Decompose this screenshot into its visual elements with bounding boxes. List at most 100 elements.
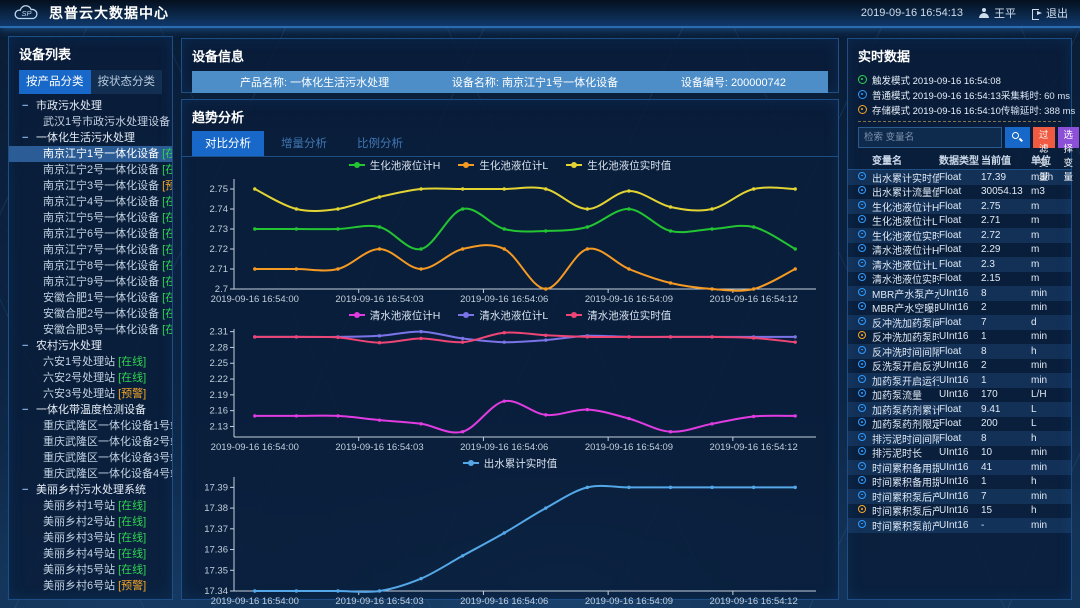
device-item[interactable]: 美丽乡村5号站[在线] [9, 562, 172, 578]
legend-item[interactable]: 生化池液位计L [458, 158, 548, 173]
collapse-icon[interactable]: − [22, 402, 36, 418]
variable-row[interactable]: 加药泵药剂限定值Float200L [848, 417, 1071, 432]
variable-row[interactable]: 时间累积泵后产水电动阀分UInt167min [848, 489, 1071, 504]
select-variables-button[interactable]: 选择变量 [1058, 127, 1080, 148]
collapse-icon[interactable]: − [22, 130, 36, 146]
tree-group[interactable]: −市政污水处理 [9, 98, 172, 114]
device-item[interactable]: 武汉1号市政污水处理设备[离线] [9, 114, 172, 130]
variable-row[interactable]: 清水池液位实时值Float2.15m [848, 272, 1071, 287]
variable-row[interactable]: 加药泵开启运行时间UInt161min [848, 373, 1071, 388]
variable-row[interactable]: 加药泵流量UInt16170L/H [848, 388, 1071, 403]
mode-status-icon [858, 105, 867, 114]
device-item[interactable]: 南京江宁6号一体化设备[在线] [9, 226, 172, 242]
variable-row[interactable]: 反冲洗加药泵间隔时间Float7d [848, 315, 1071, 330]
variable-type: UInt16 [939, 389, 981, 400]
tree-group[interactable]: −农村污水处理 [9, 338, 172, 354]
device-item[interactable]: 安徽合肥2号一体化设备[在线] [9, 306, 172, 322]
device-item[interactable]: 南京江宁4号一体化设备[在线] [9, 194, 172, 210]
variable-value: 7 [981, 317, 1031, 328]
variable-search-input[interactable] [858, 127, 1002, 148]
variable-row[interactable]: 出水累计实时值Float17.39m3/h [848, 170, 1071, 185]
variable-row[interactable]: 加药泵药剂累计流量Float9.41L [848, 402, 1071, 417]
variable-name: 排污泥时长 [872, 445, 939, 460]
variable-row[interactable]: 反洗泵开启反洗时长UInt162min [848, 359, 1071, 374]
legend-marker-icon [566, 161, 582, 169]
collapse-icon[interactable]: − [22, 338, 36, 354]
variable-value: 2.72 [981, 230, 1031, 241]
variable-row[interactable]: 生化池液位实时值Float2.72m [848, 228, 1071, 243]
variable-row[interactable]: 排污泥时间间隔Float8h [848, 431, 1071, 446]
device-item[interactable]: 南京江宁8号一体化设备[在线] [9, 258, 172, 274]
legend-item[interactable]: 生化池液位实时值 [566, 158, 671, 173]
user-menu[interactable]: 王平 [979, 5, 1016, 21]
device-item[interactable]: 安徽合肥1号一体化设备[在线] [9, 290, 172, 306]
tree-group[interactable]: −一体化生活污水处理 [9, 130, 172, 146]
device-item[interactable]: 南京江宁1号一体化设备[在线] [9, 146, 172, 162]
device-item[interactable]: 美丽乡村1号站[在线] [9, 498, 172, 514]
device-item[interactable]: 美丽乡村6号站[预警] [9, 578, 172, 594]
biochem-level-chart[interactable]: 2.72.712.722.732.742.752019-09-16 16:54:… [192, 173, 828, 307]
variable-row[interactable]: 反冲洗加药泵时间UInt161min [848, 330, 1071, 345]
variable-value: 8 [981, 346, 1031, 357]
device-item[interactable]: 重庆武隆区一体化设备1号站[预警] [9, 418, 172, 434]
device-item[interactable]: 六安1号处理站[在线] [9, 354, 172, 370]
svg-text:2.74: 2.74 [210, 204, 229, 215]
variable-unit: min [1031, 520, 1061, 531]
device-item[interactable]: 南京江宁5号一体化设备[在线] [9, 210, 172, 226]
legend-label: 生化池液位计H [370, 158, 441, 173]
svg-text:2019-09-16 16:54:09: 2019-09-16 16:54:09 [585, 442, 673, 453]
svg-text:2019-09-16 16:54:03: 2019-09-16 16:54:03 [335, 294, 423, 305]
variable-row[interactable]: 时间累积泵前产水电动阀分UInt16-min [848, 518, 1071, 533]
svg-text:2.13: 2.13 [210, 421, 229, 432]
device-item[interactable]: 南京江宁7号一体化设备[在线] [9, 242, 172, 258]
device-item[interactable]: 重庆武隆区一体化设备3号站[在线] [9, 450, 172, 466]
logout-button[interactable]: 退出 [1032, 5, 1068, 21]
device-item[interactable]: 南京江宁2号一体化设备[在线] [9, 162, 172, 178]
variable-row[interactable]: MBR产水泵产水时间分UInt168min [848, 286, 1071, 301]
variable-row[interactable]: 生化池液位计HFloat2.75m [848, 199, 1071, 214]
variable-row[interactable]: 时间累积备用提升泵分UInt1641min [848, 460, 1071, 475]
device-item[interactable]: 重庆武隆区一体化设备2号站[预警] [9, 434, 172, 450]
variable-status-icon [858, 505, 866, 513]
variable-row[interactable]: 清水池液位计HFloat2.29m [848, 243, 1071, 258]
filter-variables-button[interactable]: 过滤变量 [1033, 127, 1055, 148]
device-classify-tab[interactable]: 按状态分类 [91, 70, 163, 94]
variable-row[interactable]: 时间累积备用提升泵时UInt161h [848, 475, 1071, 490]
legend-item[interactable]: 清水池液位计H [349, 308, 441, 323]
device-tree: −市政污水处理武汉1号市政污水处理设备[离线]−一体化生活污水处理南京江宁1号一… [9, 98, 172, 594]
device-item[interactable]: 南京江宁9号一体化设备[在线] [9, 274, 172, 290]
variable-row[interactable]: 清水池液位计LFloat2.3m [848, 257, 1071, 272]
variable-row[interactable]: 排污泥时长UInt1610min [848, 446, 1071, 461]
trend-tab[interactable]: 比例分析 [344, 131, 416, 156]
variable-value: 2.71 [981, 215, 1031, 226]
tree-group[interactable]: −美丽乡村污水处理系统 [9, 482, 172, 498]
device-item[interactable]: 美丽乡村4号站[在线] [9, 546, 172, 562]
legend-item[interactable]: 清水池液位实时值 [566, 308, 671, 323]
device-item[interactable]: 美丽乡村2号站[在线] [9, 514, 172, 530]
variable-row[interactable]: 时间累积泵后产水电动阀时UInt1615h [848, 504, 1071, 519]
device-classify-tab[interactable]: 按产品分类 [19, 70, 91, 94]
device-item[interactable]: 重庆武隆区一体化设备4号站[预警] [9, 466, 172, 482]
device-item[interactable]: 南京江宁3号一体化设备[预警] [9, 178, 172, 194]
legend-item[interactable]: 清水池液位计L [458, 308, 548, 323]
device-status-badge: [在线] [162, 228, 172, 240]
variable-row[interactable]: 反冲洗时间间隔Float8h [848, 344, 1071, 359]
variable-name: 清水池液位计H [872, 242, 939, 257]
variable-row[interactable]: 出水累计流量值Float30054.13m3 [848, 185, 1071, 200]
variable-row[interactable]: 生化池液位计LFloat2.71m [848, 214, 1071, 229]
device-item[interactable]: 六安3号处理站[预警] [9, 386, 172, 402]
legend-item[interactable]: 出水累计实时值 [463, 456, 558, 471]
collapse-icon[interactable]: − [22, 98, 36, 114]
cleanwater-level-chart[interactable]: 2.132.162.192.222.252.282.312019-09-16 1… [192, 323, 828, 455]
trend-tab[interactable]: 增量分析 [268, 131, 340, 156]
device-item[interactable]: 安徽合肥3号一体化设备[在线] [9, 322, 172, 338]
device-item[interactable]: 六安2号处理站[在线] [9, 370, 172, 386]
search-button[interactable] [1005, 127, 1030, 148]
trend-tab[interactable]: 对比分析 [192, 131, 264, 156]
tree-group[interactable]: −一体化带温度检测设备 [9, 402, 172, 418]
variable-row[interactable]: MBR产水空曝时间分UInt162min [848, 301, 1071, 316]
legend-item[interactable]: 生化池液位计H [349, 158, 441, 173]
collapse-icon[interactable]: − [22, 482, 36, 498]
outflow-total-chart[interactable]: 17.3417.3517.3617.3717.3817.392019-09-16… [192, 471, 828, 608]
device-item[interactable]: 美丽乡村3号站[在线] [9, 530, 172, 546]
